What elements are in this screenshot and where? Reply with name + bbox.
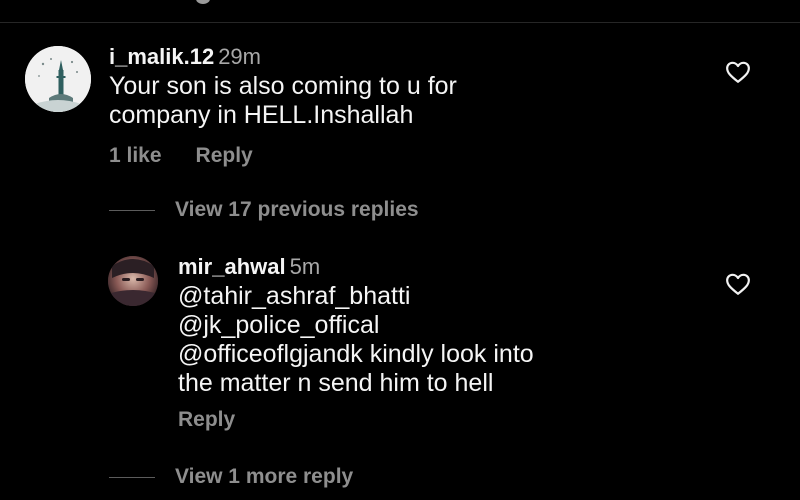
- comment-text-line: @officeoflgjandk kindly look into: [178, 340, 534, 368]
- divider-line: [109, 476, 155, 478]
- top-edge: [0, 0, 800, 23]
- mosque-minaret-avatar-icon: [25, 46, 91, 112]
- comment-text: Your son is also coming to u for company…: [109, 72, 709, 130]
- comment-actions: 1 like Reply: [109, 144, 709, 168]
- comment-text-line: Your son is also coming to u for: [109, 72, 457, 100]
- comment-header: mir_ahwal 5m: [178, 254, 738, 280]
- heart-outline-icon[interactable]: [725, 60, 751, 84]
- comment-text: @tahir_ashraf_bhatti @jk_police_offical …: [178, 282, 738, 398]
- likes-count-button[interactable]: 1 like: [109, 144, 162, 167]
- timestamp: 5m: [289, 254, 321, 279]
- comment-body: mir_ahwal 5m @tahir_ashraf_bhatti @jk_pol…: [178, 254, 738, 432]
- divider-line: [109, 209, 155, 211]
- comment-header: i_malik.12 29m: [109, 44, 709, 70]
- username[interactable]: i_malik.12: [109, 44, 214, 69]
- timestamp: 29m: [218, 44, 261, 69]
- heart-outline-icon[interactable]: [725, 272, 751, 296]
- comment-text-line: company in HELL.Inshallah: [109, 101, 414, 129]
- view-previous-replies-button[interactable]: View 17 previous replies: [109, 198, 419, 222]
- view-more-replies-button[interactable]: View 1 more reply: [109, 465, 353, 489]
- reply-button[interactable]: Reply: [196, 144, 253, 167]
- reply-button[interactable]: Reply: [178, 408, 235, 431]
- comment-actions: Reply: [178, 408, 738, 432]
- avatar[interactable]: [25, 46, 91, 112]
- partial-glyph: [196, 0, 210, 4]
- view-more-replies-label: View 1 more reply: [175, 465, 354, 488]
- user-avatar-icon: [108, 256, 158, 306]
- avatar[interactable]: [108, 256, 158, 306]
- mention-link[interactable]: @jk_police_offical: [178, 311, 738, 340]
- comment-body: i_malik.12 29m Your son is also coming to…: [109, 44, 709, 168]
- view-previous-replies-label: View 17 previous replies: [175, 198, 419, 221]
- comment-text-line: the matter n send him to hell: [178, 369, 494, 397]
- mention-link[interactable]: @tahir_ashraf_bhatti: [178, 282, 738, 311]
- username[interactable]: mir_ahwal: [178, 254, 286, 279]
